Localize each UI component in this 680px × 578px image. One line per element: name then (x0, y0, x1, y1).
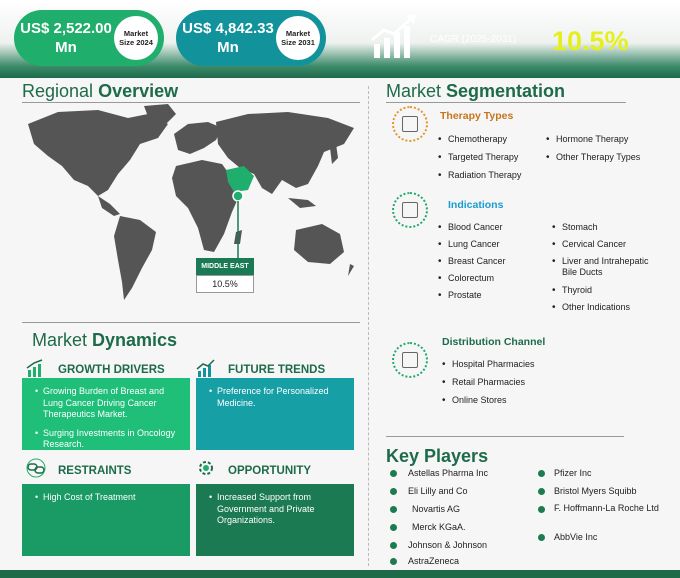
world-map (28, 104, 354, 300)
restraint-item: High Cost of Treatment (35, 492, 182, 504)
indication-item: Blood Cancer (438, 222, 502, 233)
distribution-channel-icon (392, 342, 428, 378)
key-player-item: AstraZeneca (408, 556, 460, 566)
key-player-item: Pfizer Inc (554, 468, 592, 478)
opportunity-title: OPPORTUNITY (228, 465, 312, 477)
indication-item: Cervical Cancer (552, 239, 626, 250)
indication-item: Other Indications (552, 302, 630, 313)
market-size-2031-value: US$ 4,842.33 Mn (182, 20, 274, 56)
restraints-title: RESTRAINTS (58, 465, 132, 477)
key-player-item: AbbVie Inc (554, 532, 598, 542)
key-player-item: Novartis AG (412, 504, 461, 514)
player-bullet (538, 488, 545, 495)
future-trends-box: Preference for Personalized Medicine. (196, 378, 354, 450)
market-size-2024-badge: US$ 2,522.00 Mn Market Size 2024 (14, 10, 164, 66)
cagr-label: CAGR (2025-2031) (430, 34, 517, 45)
key-players-title: Key Players (386, 446, 489, 466)
indication-item: Liver and Intrahepatic Bile Ducts (552, 256, 666, 278)
regional-overview-title: Regional Overview (22, 81, 179, 101)
growth-chart-icon (371, 14, 416, 58)
indication-item: Thyroid (552, 285, 592, 296)
footer-bar (0, 570, 680, 578)
player-bullet (538, 470, 545, 477)
middle-east-callout: MIDDLE EAST 10.5% (196, 258, 254, 293)
middle-east-cagr: 10.5% (196, 275, 254, 293)
indication-item: Breast Cancer (438, 256, 505, 267)
key-player-item: Astellas Pharma Inc (408, 468, 489, 478)
key-player-item: Bristol Myers Squibb (554, 486, 637, 496)
therapy-item: Radiation Therapy (438, 170, 521, 181)
dynamics-top-line (22, 322, 360, 323)
middle-east-label: MIDDLE EAST (196, 258, 254, 275)
therapy-item: Chemotherapy (438, 134, 507, 145)
opportunity-box: Increased Support from Government and Pr… (196, 484, 354, 556)
key-players-top-line (386, 436, 624, 437)
regional-title-underline (22, 102, 360, 103)
indication-item: Prostate (438, 290, 481, 301)
market-segmentation-title: Market Segmentation (386, 81, 566, 101)
indications-icon (392, 192, 428, 228)
growth-drivers-box: Growing Burden of Breast and Lung Cancer… (22, 378, 190, 450)
growth-driver-item: Surging Investments in Oncology Research… (35, 428, 182, 451)
therapy-item: Targeted Therapy (438, 152, 518, 163)
future-trend-item: Preference for Personalized Medicine. (209, 386, 346, 409)
player-bullet (390, 470, 397, 477)
market-dynamics-title: Market Dynamics (32, 330, 178, 350)
player-bullet (538, 534, 545, 541)
column-divider (368, 86, 369, 566)
segmentation-title-underline (386, 102, 626, 103)
player-bullet (390, 542, 397, 549)
distribution-channel-title: Distribution Channel (442, 336, 546, 348)
player-bullet (390, 488, 397, 495)
therapy-item: Hormone Therapy (546, 134, 628, 145)
indication-item: Lung Cancer (438, 239, 499, 250)
player-bullet (390, 558, 397, 565)
indications-title: Indications (448, 199, 504, 211)
key-player-item: F. Hoffmann-La Roche Ltd (554, 503, 659, 513)
growth-drivers-title: GROWTH DRIVERS (58, 364, 165, 376)
trend-chart-icon (196, 359, 215, 377)
key-player-item: Eli Lilly and Co (408, 486, 468, 496)
market-size-2024-value: US$ 2,522.00 Mn (20, 20, 112, 56)
market-size-2031-badge: US$ 4,842.33 Mn Market Size 2031 (176, 10, 326, 66)
cagr-value: 10.5% (552, 26, 629, 56)
therapy-item: Other Therapy Types (546, 152, 640, 163)
future-trends-title: FUTURE TRENDS (228, 364, 326, 376)
growth-driver-item: Growing Burden of Breast and Lung Cancer… (35, 386, 182, 421)
therapy-types-title: Therapy Types (440, 110, 514, 122)
player-bullet (390, 524, 397, 531)
key-player-item: Merck KGaA. (412, 522, 466, 532)
player-bullet (538, 506, 545, 513)
header-banner: US$ 2,522.00 Mn Market Size 2024 US$ 4,84… (0, 0, 680, 78)
chain-link-icon (26, 458, 46, 478)
key-player-item: Johnson & Johnson (408, 540, 488, 550)
therapy-types-icon (392, 106, 428, 142)
opportunity-item: Increased Support from Government and Pr… (209, 492, 346, 527)
restraints-box: High Cost of Treatment (22, 484, 190, 556)
growth-chart-icon (26, 359, 43, 377)
indication-item: Stomach (552, 222, 597, 233)
indication-item: Colorectum (438, 273, 494, 284)
gear-icon (199, 461, 213, 475)
distribution-item: Online Stores (442, 395, 506, 406)
market-size-2024-label: Market Size 2024 (114, 16, 158, 60)
market-size-2031-label: Market Size 2031 (276, 16, 320, 60)
player-bullet (390, 506, 397, 513)
distribution-item: Hospital Pharmacies (442, 359, 534, 370)
distribution-item: Retail Pharmacies (442, 377, 525, 388)
